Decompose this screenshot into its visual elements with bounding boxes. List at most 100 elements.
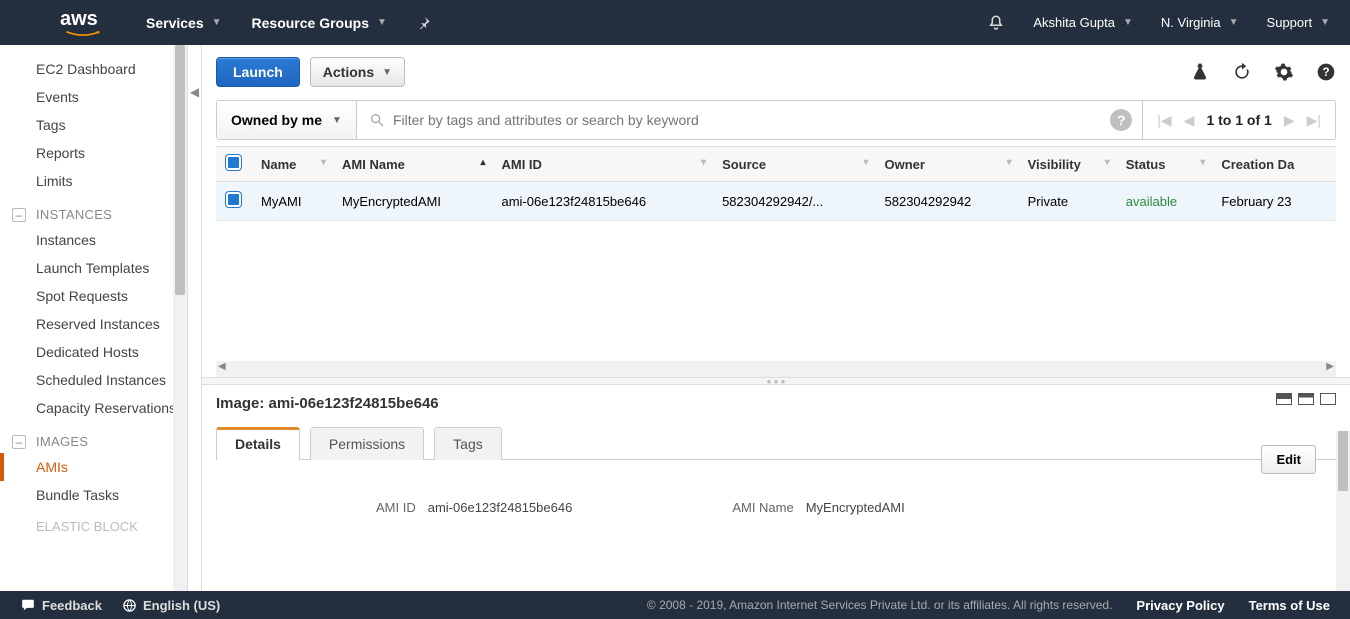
sidebar-item-spot-requests[interactable]: Spot Requests <box>0 282 187 310</box>
caret-down-icon: ▼ <box>212 17 222 28</box>
region-label: N. Virginia <box>1161 15 1221 30</box>
pin-icon <box>417 16 431 30</box>
tab-permissions[interactable]: Permissions <box>310 427 424 460</box>
footer: Feedback English (US) © 2008 - 2019, Ama… <box>0 591 1350 619</box>
col-ami-name[interactable]: AMI Name▴ <box>332 147 491 182</box>
ami-table: Name▾ AMI Name▴ AMI ID▾ Source▾ Owner▾ V… <box>216 146 1336 221</box>
language-selector[interactable]: English (US) <box>122 598 220 613</box>
horizontal-scrollbar[interactable] <box>216 361 1336 377</box>
layout-split-small-icon[interactable] <box>1298 393 1314 405</box>
details-title: Image: ami-06e123f24815be646 <box>216 395 1336 412</box>
sidebar-scrollbar[interactable] <box>173 45 187 591</box>
col-status[interactable]: Status ▾ <box>1116 147 1212 182</box>
privacy-link[interactable]: Privacy Policy <box>1136 598 1224 613</box>
sidebar-item-launch-templates[interactable]: Launch Templates <box>0 254 187 282</box>
scrollbar-thumb[interactable] <box>175 45 185 295</box>
feedback-link[interactable]: Feedback <box>20 598 102 613</box>
chevron-left-icon: ◀ <box>190 85 199 99</box>
col-owner[interactable]: Owner▾ <box>875 147 1018 182</box>
page-prev-button[interactable]: ◀ <box>1184 112 1195 129</box>
sidebar-item-bundle-tasks[interactable]: Bundle Tasks <box>0 481 187 509</box>
resource-groups-menu[interactable]: Resource Groups▼ <box>252 15 387 31</box>
col-visibility[interactable]: Visibility▾ <box>1018 147 1116 182</box>
sidebar-item-instances[interactable]: Instances <box>0 226 187 254</box>
launch-button[interactable]: Launch <box>216 57 300 87</box>
filter-help-icon[interactable]: ? <box>1110 109 1132 131</box>
settings-icon[interactable] <box>1274 62 1294 82</box>
sort-icon: ▾ <box>1105 157 1110 168</box>
table-row[interactable]: MyAMI MyEncryptedAMI ami-06e123f24815be6… <box>216 182 1336 221</box>
pane-splitter[interactable]: ● ● ● <box>202 377 1350 385</box>
sidebar-item-scheduled-instances[interactable]: Scheduled Instances <box>0 366 187 394</box>
actions-menu-button[interactable]: Actions ▼ <box>310 57 405 87</box>
sidebar-item-amis[interactable]: AMIs <box>0 453 187 481</box>
sidebar-section-instances[interactable]: –INSTANCES <box>0 195 187 226</box>
row-checkbox[interactable] <box>226 192 241 207</box>
sidebar-item-ec2-dashboard[interactable]: EC2 Dashboard <box>0 55 187 83</box>
details-tabs: Details Permissions Tags <box>216 426 1336 460</box>
content: Launch Actions ▼ ? Owned by me▼ ? |◀ ◀ 1 … <box>202 45 1350 591</box>
page-first-button[interactable]: |◀ <box>1157 112 1171 129</box>
experiments-icon[interactable] <box>1190 62 1210 82</box>
collapse-icon[interactable]: – <box>12 435 26 449</box>
col-creation-date[interactable]: Creation Da <box>1211 147 1336 182</box>
account-menu[interactable]: Akshita Gupta▼ <box>1033 15 1133 30</box>
tab-tags[interactable]: Tags <box>434 427 502 460</box>
sidebar-item-capacity-reservations[interactable]: Capacity Reservations <box>0 394 187 422</box>
ownership-filter-dropdown[interactable]: Owned by me▼ <box>217 101 357 139</box>
details-scrollbar[interactable] <box>1336 431 1350 591</box>
sidebar-section-images[interactable]: –IMAGES <box>0 422 187 453</box>
caret-down-icon: ▼ <box>377 17 387 28</box>
col-label: Source <box>722 157 766 172</box>
support-menu[interactable]: Support ▼ <box>1267 15 1330 30</box>
globe-icon <box>122 598 137 613</box>
collapse-icon[interactable]: – <box>12 208 26 222</box>
refresh-icon[interactable] <box>1232 62 1252 82</box>
region-menu[interactable]: N. Virginia ▼ <box>1161 15 1239 30</box>
col-label: Status <box>1126 157 1166 172</box>
svg-text:?: ? <box>1322 66 1329 79</box>
sidebar: EC2 Dashboard Events Tags Reports Limits… <box>0 45 188 591</box>
sidebar-item-limits[interactable]: Limits <box>0 167 187 195</box>
terms-link[interactable]: Terms of Use <box>1249 598 1330 613</box>
caret-down-icon: ▼ <box>1229 17 1239 28</box>
pin-shortcut[interactable] <box>417 16 431 30</box>
tab-details[interactable]: Details <box>216 427 300 460</box>
services-label: Services <box>146 15 204 31</box>
caret-down-icon: ▼ <box>382 67 392 78</box>
page-next-button[interactable]: ▶ <box>1284 112 1295 129</box>
details-pane: Image: ami-06e123f24815be646 Details Per… <box>202 385 1350 591</box>
sidebar-item-tags[interactable]: Tags <box>0 111 187 139</box>
select-all-checkbox[interactable] <box>226 155 241 170</box>
sort-icon: ▾ <box>863 157 868 168</box>
filter-input[interactable] <box>393 101 1100 139</box>
layout-split-bottom-icon[interactable] <box>1276 393 1292 405</box>
caret-down-icon: ▼ <box>1320 17 1330 28</box>
col-ami-id[interactable]: AMI ID▾ <box>491 147 712 182</box>
layout-full-icon[interactable] <box>1320 393 1336 405</box>
services-menu[interactable]: Services ▼ <box>146 15 222 31</box>
feedback-label: Feedback <box>42 598 102 613</box>
col-source[interactable]: Source ▾ <box>712 147 874 182</box>
sort-icon: ▾ <box>701 157 706 168</box>
sort-icon: ▾ <box>1200 157 1205 168</box>
col-name[interactable]: Name▾ <box>251 147 332 182</box>
page-last-button[interactable]: ▶| <box>1307 112 1321 129</box>
edit-button[interactable]: Edit <box>1261 445 1316 474</box>
sidebar-item-events[interactable]: Events <box>0 83 187 111</box>
detail-fields: AMI IDami-06e123f24815be646 AMI NameMyEn… <box>216 500 1336 515</box>
sidebar-item-dedicated-hosts[interactable]: Dedicated Hosts <box>0 338 187 366</box>
help-icon[interactable]: ? <box>1316 62 1336 82</box>
col-label: Name <box>261 157 296 172</box>
sidebar-item-reports[interactable]: Reports <box>0 139 187 167</box>
cell-name: MyAMI <box>251 182 332 221</box>
notifications-button[interactable] <box>987 14 1005 32</box>
scrollbar-thumb[interactable] <box>1338 431 1348 491</box>
search-icon <box>357 112 393 128</box>
pagination: |◀ ◀ 1 to 1 of 1 ▶ ▶| <box>1142 101 1335 139</box>
support-label: Support <box>1267 15 1313 30</box>
actions-label: Actions <box>323 64 374 80</box>
aws-logo[interactable]: aws <box>60 8 106 37</box>
sidebar-item-reserved-instances[interactable]: Reserved Instances <box>0 310 187 338</box>
sidebar-collapse-handle[interactable]: ◀ <box>188 45 202 591</box>
